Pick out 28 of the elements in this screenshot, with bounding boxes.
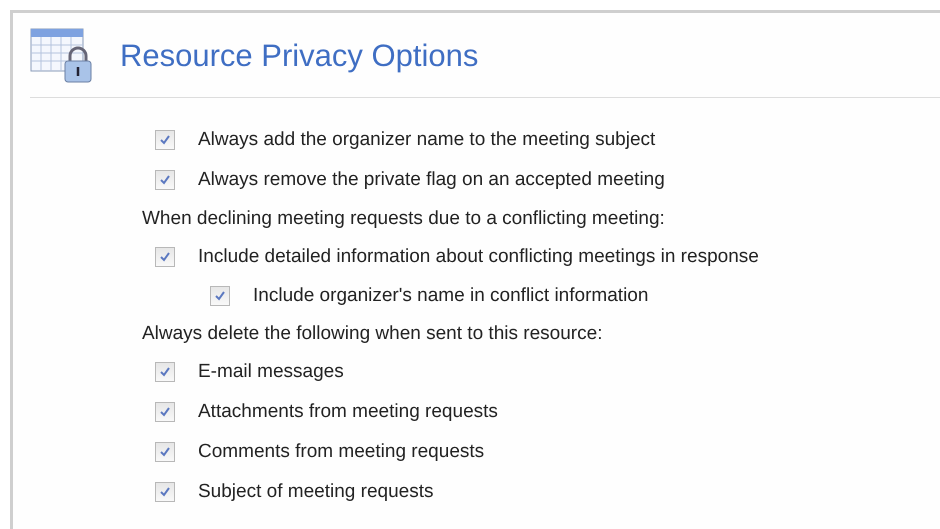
option-label: Include organizer's name in conflict information xyxy=(253,285,648,307)
checkbox[interactable] xyxy=(155,362,175,382)
check-icon xyxy=(213,289,227,303)
check-icon xyxy=(158,173,172,187)
check-icon xyxy=(158,445,172,459)
check-icon xyxy=(158,485,172,499)
option-label: Always add the organizer name to the meeting subject xyxy=(198,129,656,151)
option-label: Comments from meeting requests xyxy=(198,441,484,463)
checkbox[interactable] xyxy=(155,482,175,502)
checkbox[interactable] xyxy=(155,442,175,462)
section-heading: Always delete the following when sent to this resource: xyxy=(142,322,604,346)
calendar-lock-icon xyxy=(30,28,94,84)
checkbox[interactable] xyxy=(155,130,175,150)
section-heading: When declining meeting requests due to a conflicting meeting: xyxy=(142,206,666,230)
checkbox[interactable] xyxy=(155,247,175,267)
option-label: Subject of meeting requests xyxy=(198,481,434,503)
check-icon xyxy=(158,405,172,419)
page-title: Resource Privacy Options xyxy=(120,38,478,74)
checkbox[interactable] xyxy=(155,170,175,190)
check-icon xyxy=(158,365,172,379)
option-label: Always remove the private flag on an accepted meeting xyxy=(198,169,665,191)
checkbox[interactable] xyxy=(210,286,230,306)
option-label: E-mail messages xyxy=(198,361,344,383)
checkbox[interactable] xyxy=(155,402,175,422)
check-icon xyxy=(158,133,172,147)
option-label: Include detailed information about conflicting meetings in response xyxy=(198,246,759,268)
check-icon xyxy=(158,250,172,264)
option-label: Attachments from meeting requests xyxy=(198,401,498,423)
